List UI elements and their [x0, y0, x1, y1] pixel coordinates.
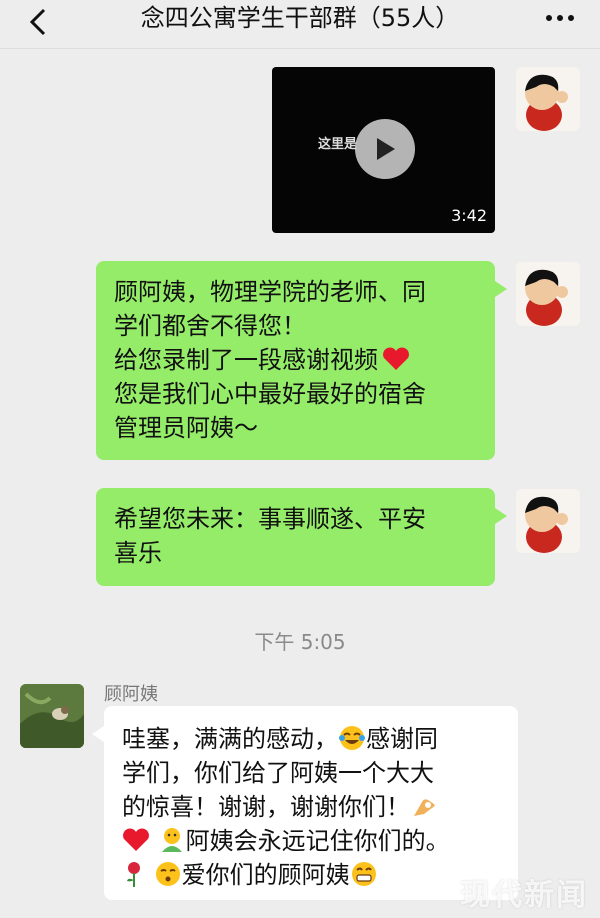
message-line: 的惊喜！谢谢，谢谢你们！: [122, 790, 500, 824]
message-line: 管理员阿姨～: [114, 414, 258, 442]
chat-title: 念四公寓学生干部群（55人）: [140, 4, 460, 32]
chat-header: 念四公寓学生干部群（55人）: [0, 0, 600, 49]
video-message[interactable]: 这里是 3:42: [272, 67, 495, 233]
my-avatar[interactable]: [516, 262, 580, 326]
red-heart-icon: [122, 824, 150, 858]
my-avatar[interactable]: [516, 489, 580, 553]
message-line: 学们都舍不得您！: [114, 312, 306, 340]
play-icon[interactable]: [355, 119, 415, 179]
message-line: 爱你们的顾阿姨: [122, 858, 500, 892]
kissing-emoji-icon: [154, 858, 182, 892]
message-line: 您是我们心中最好最好的宿舍: [114, 380, 426, 408]
back-arrow-icon[interactable]: [20, 4, 56, 40]
sender-avatar[interactable]: [20, 684, 84, 748]
more-options-icon[interactable]: [540, 0, 580, 36]
red-heart-icon: [378, 343, 410, 377]
message-line: 阿姨会永远记住你们的。: [122, 824, 500, 858]
hugging-emoji-icon: [158, 824, 186, 858]
message-timestamp: 下午 5:05: [254, 630, 346, 654]
my-avatar[interactable]: [516, 67, 580, 131]
message-line: 学们，你们给了阿姨一个大大: [122, 759, 434, 787]
message-line: 喜乐: [114, 539, 162, 567]
rose-icon: [122, 858, 146, 892]
message-line: 哇塞，满满的感动， 感谢同: [122, 722, 500, 756]
tears-of-joy-emoji-icon: [338, 722, 366, 756]
grinning-emoji-icon: [350, 858, 378, 892]
ok-hand-icon: [410, 790, 438, 824]
watermark: 现代新闻: [460, 878, 588, 913]
message-bubble-thanks[interactable]: 顾阿姨，物理学院的老师、同 学们都舍不得您！ 给您录制了一段感谢视频 您是我们心…: [96, 261, 507, 460]
video-duration: 3:42: [451, 206, 487, 225]
message-line: 希望您未来：事事顺遂、平安: [114, 505, 426, 533]
sender-name: 顾阿姨: [104, 684, 158, 705]
message-line: 顾阿姨，物理学院的老师、同: [114, 278, 426, 306]
message-line: 给您录制了一段感谢视频: [114, 343, 477, 377]
message-bubble-wishes[interactable]: 希望您未来：事事顺遂、平安 喜乐: [96, 488, 507, 586]
message-bubble-reply[interactable]: 哇塞，满满的感动， 感谢同 学们，你们给了阿姨一个大大 的惊喜！谢谢，谢谢你们！ …: [92, 706, 518, 900]
video-overlay-text: 这里是: [318, 137, 358, 152]
